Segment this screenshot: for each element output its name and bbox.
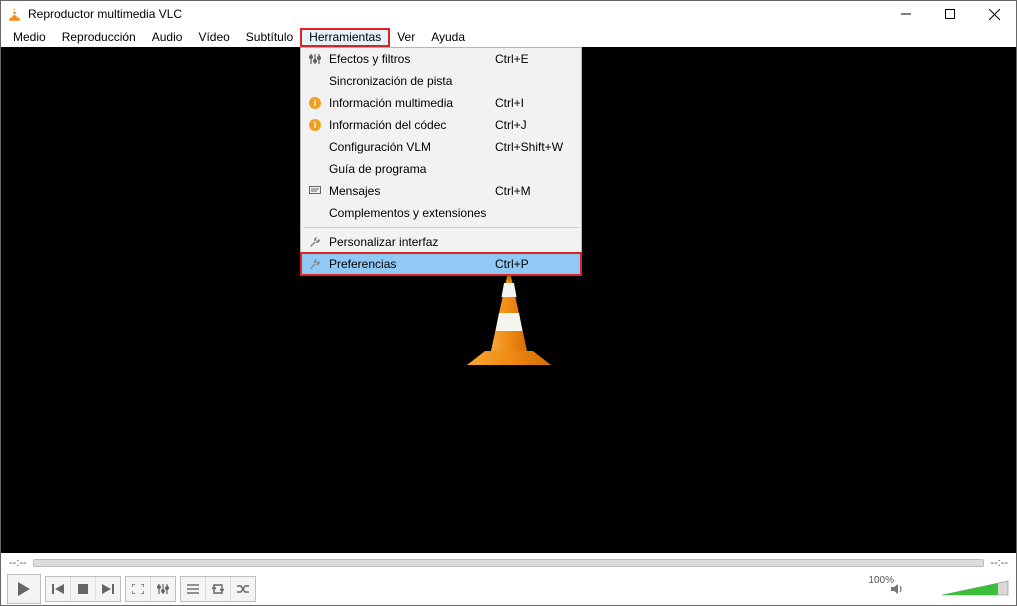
menu-item-shortcut: Ctrl+J	[495, 118, 581, 132]
menu-item-shortcut: Ctrl+E	[495, 52, 581, 66]
herramientas-menu: Efectos y filtrosCtrl+ESincronización de…	[300, 47, 582, 276]
window-buttons	[884, 1, 1016, 27]
play-button[interactable]	[7, 574, 41, 604]
fullscreen-button[interactable]	[126, 577, 151, 601]
wrench-icon	[301, 236, 329, 248]
menu-item-sincronización-de-pista[interactable]: Sincronización de pista	[301, 70, 581, 92]
menu-item-label: Sincronización de pista	[329, 74, 495, 88]
menu-subtítulo[interactable]: Subtítulo	[238, 29, 301, 46]
maximize-button[interactable]	[928, 1, 972, 27]
shuffle-button[interactable]	[231, 577, 255, 601]
playlist-button[interactable]	[181, 577, 206, 601]
menu-vídeo[interactable]: Vídeo	[190, 29, 237, 46]
menu-item-efectos-y-filtros[interactable]: Efectos y filtrosCtrl+E	[301, 48, 581, 70]
time-elapsed: --:--	[9, 557, 27, 569]
seek-row: --:-- --:--	[1, 553, 1016, 573]
stop-button[interactable]	[71, 577, 96, 601]
menu-item-label: Información multimedia	[329, 96, 495, 110]
menu-item-label: Personalizar interfaz	[329, 235, 495, 249]
equalizer-icon	[301, 53, 329, 65]
menu-item-label: Efectos y filtros	[329, 52, 495, 66]
menu-item-personalizar-interfaz[interactable]: Personalizar interfaz	[301, 231, 581, 253]
extended-settings-button[interactable]	[151, 577, 175, 601]
menu-item-label: Guía de programa	[329, 162, 495, 176]
menu-item-preferencias[interactable]: PreferenciasCtrl+P	[301, 253, 581, 275]
wrench-icon	[301, 258, 329, 270]
menu-item-label: Preferencias	[329, 257, 495, 271]
menu-separator	[303, 227, 579, 228]
menu-item-configuración-vlm[interactable]: Configuración VLMCtrl+Shift+W	[301, 136, 581, 158]
menu-item-información-del-códec[interactable]: iInformación del códecCtrl+J	[301, 114, 581, 136]
vlc-cone-logo	[461, 263, 557, 373]
menu-item-shortcut: Ctrl+M	[495, 184, 581, 198]
volume-slider[interactable]	[940, 578, 1010, 600]
playlist-loop-group	[180, 576, 256, 602]
controls-row: 100%	[1, 573, 1016, 605]
vlc-cone-icon	[7, 7, 22, 22]
info-icon: i	[301, 119, 329, 131]
messages-icon	[301, 186, 329, 196]
menu-medio[interactable]: Medio	[5, 29, 54, 46]
window-title: Reproductor multimedia VLC	[28, 7, 182, 21]
menu-ayuda[interactable]: Ayuda	[423, 29, 473, 46]
minimize-button[interactable]	[884, 1, 928, 27]
menu-item-complementos-y-extensiones[interactable]: Complementos y extensiones	[301, 202, 581, 224]
transport-group	[45, 576, 121, 602]
menubar: MedioReproducciónAudioVídeoSubtítuloHerr…	[1, 27, 1016, 47]
view-group	[125, 576, 176, 602]
seek-slider[interactable]	[33, 559, 985, 567]
menu-reproducción[interactable]: Reproducción	[54, 29, 144, 46]
menu-item-mensajes[interactable]: MensajesCtrl+M	[301, 180, 581, 202]
menu-item-guía-de-programa[interactable]: Guía de programa	[301, 158, 581, 180]
menu-item-shortcut: Ctrl+Shift+W	[495, 140, 581, 154]
menu-audio[interactable]: Audio	[144, 29, 191, 46]
info-icon: i	[301, 97, 329, 109]
menu-item-información-multimedia[interactable]: iInformación multimediaCtrl+I	[301, 92, 581, 114]
next-button[interactable]	[96, 577, 120, 601]
previous-button[interactable]	[46, 577, 71, 601]
menu-herramientas[interactable]: Herramientas	[301, 29, 389, 46]
menu-item-shortcut: Ctrl+P	[495, 257, 581, 271]
menu-item-label: Complementos y extensiones	[329, 206, 495, 220]
menu-item-shortcut: Ctrl+I	[495, 96, 581, 110]
close-button[interactable]	[972, 1, 1016, 27]
menu-ver[interactable]: Ver	[389, 29, 423, 46]
menu-item-label: Mensajes	[329, 184, 495, 198]
titlebar: Reproductor multimedia VLC	[1, 1, 1016, 27]
volume-percent-label: 100%	[868, 575, 894, 586]
menu-item-label: Información del códec	[329, 118, 495, 132]
menu-item-label: Configuración VLM	[329, 140, 495, 154]
loop-button[interactable]	[206, 577, 231, 601]
time-total: --:--	[990, 557, 1008, 569]
